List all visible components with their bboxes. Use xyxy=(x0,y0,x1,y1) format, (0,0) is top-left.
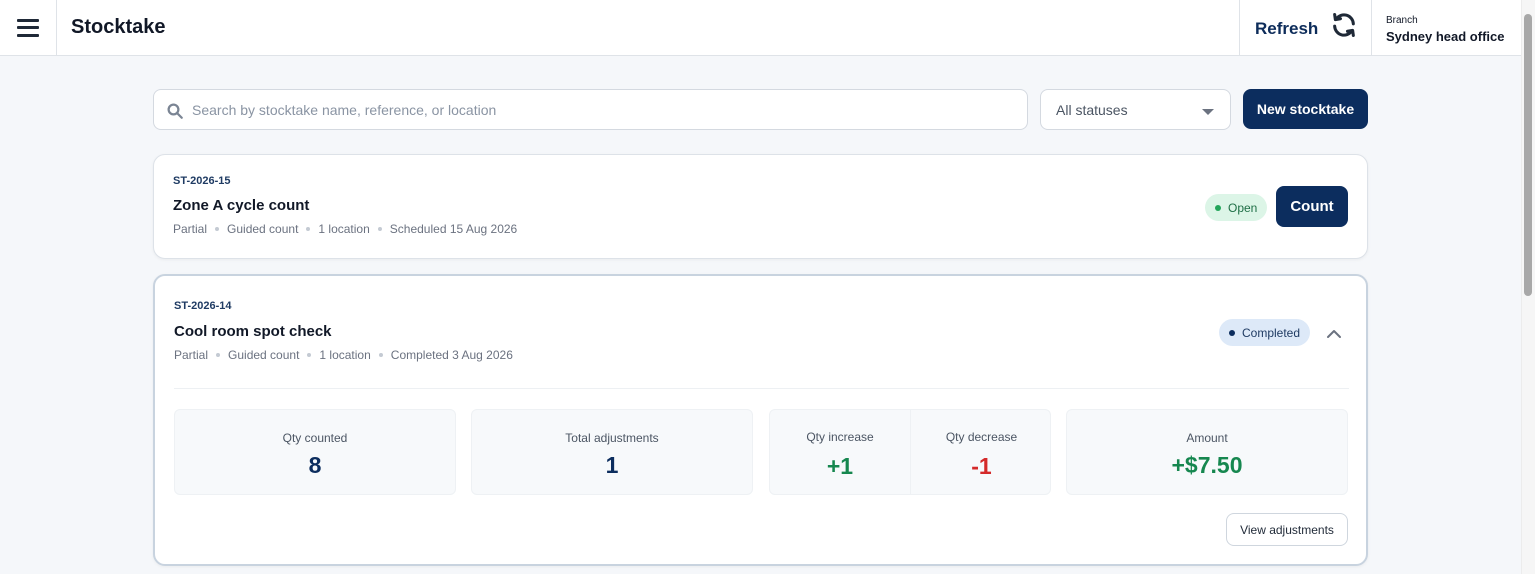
stat-qty-increase: Qty increase +1 xyxy=(770,410,911,494)
menu-button[interactable] xyxy=(0,0,57,55)
stocktake-meta: Partial Guided count 1 location Schedule… xyxy=(173,222,517,236)
meta-date: Completed 3 Aug 2026 xyxy=(390,348,513,362)
stat-amount: Amount +$7.50 xyxy=(1066,409,1348,495)
top-bar: Stocktake Refresh Branch Sydney head off… xyxy=(0,0,1521,56)
meta-separator xyxy=(307,353,312,357)
search-icon xyxy=(167,103,183,119)
search-box xyxy=(153,89,1028,130)
stat-value: 8 xyxy=(308,452,322,478)
refresh-label: Refresh xyxy=(1255,19,1319,38)
view-adjustments-button[interactable]: View adjustments xyxy=(1226,513,1348,546)
meta-locations: 1 location xyxy=(319,348,371,362)
stat-label: Amount xyxy=(1186,431,1228,445)
stocktake-name: Cool room spot check xyxy=(174,323,332,340)
meta-scope: Partial xyxy=(173,222,208,236)
stat-total-adjustments: Total adjustments 1 xyxy=(471,409,753,495)
status-badge: Open xyxy=(1205,194,1268,221)
meta-separator xyxy=(216,353,221,357)
status-badge-label: Completed xyxy=(1242,325,1301,340)
meta-locations: 1 location xyxy=(318,222,370,236)
new-stocktake-button[interactable]: New stocktake xyxy=(1243,89,1368,129)
chevron-up-icon[interactable] xyxy=(1326,326,1342,342)
stat-value: 1 xyxy=(605,452,619,478)
stat-label: Qty increase xyxy=(806,430,874,444)
refresh-button[interactable]: Refresh xyxy=(1239,0,1372,55)
status-dot-icon xyxy=(1229,329,1235,336)
scrollbar-thumb[interactable] xyxy=(1524,14,1532,296)
divider xyxy=(174,388,1349,389)
meta-separator xyxy=(306,227,311,231)
count-button[interactable]: Count xyxy=(1276,186,1348,227)
stat-qty-change: Qty increase +1 Qty decrease -1 xyxy=(769,409,1051,495)
status-filter-select[interactable]: All statuses xyxy=(1040,89,1231,130)
stocktake-card[interactable]: ST-2026-15 Zone A cycle count Partial Gu… xyxy=(153,154,1368,259)
meta-separator xyxy=(215,227,220,231)
meta-separator xyxy=(377,227,382,231)
stocktake-meta: Partial Guided count 1 location Complete… xyxy=(174,348,513,362)
stocktake-reference: ST-2026-15 xyxy=(173,175,231,187)
meta-separator xyxy=(378,353,383,357)
status-badge-label: Open xyxy=(1228,200,1258,215)
stat-qty-decrease: Qty decrease -1 xyxy=(911,410,1052,494)
branch-caption: Branch xyxy=(1386,15,1418,26)
stat-value: +1 xyxy=(826,453,854,479)
branch-selector[interactable]: Branch Sydney head office xyxy=(1386,15,1504,44)
stat-qty-counted: Qty counted 8 xyxy=(174,409,456,495)
stat-label: Qty counted xyxy=(282,431,348,445)
hamburger-menu-icon xyxy=(17,18,39,37)
stat-label: Total adjustments xyxy=(565,431,659,445)
stocktake-card-expanded[interactable]: ST-2026-14 Cool room spot check Partial … xyxy=(153,274,1368,566)
meta-method: Guided count xyxy=(228,348,300,362)
caret-down-icon xyxy=(1202,109,1214,115)
page-title: Stocktake xyxy=(71,16,166,38)
meta-method: Guided count xyxy=(227,222,299,236)
refresh-icon xyxy=(1333,12,1355,38)
meta-date: Scheduled 15 Aug 2026 xyxy=(389,222,518,236)
meta-scope: Partial xyxy=(174,348,209,362)
stocktake-name: Zone A cycle count xyxy=(173,197,310,214)
status-filter-value: All statuses xyxy=(1056,102,1128,118)
status-badge: Completed xyxy=(1219,319,1311,346)
status-dot-icon xyxy=(1215,204,1221,211)
stat-label: Qty decrease xyxy=(945,430,1018,444)
stat-value: +$7.50 xyxy=(1171,452,1243,478)
scrollbar-track[interactable] xyxy=(1521,0,1535,574)
branch-name: Sydney head office xyxy=(1386,29,1505,44)
stat-value: -1 xyxy=(971,453,992,479)
stocktake-reference: ST-2026-14 xyxy=(174,300,232,312)
search-input[interactable] xyxy=(192,90,1012,129)
